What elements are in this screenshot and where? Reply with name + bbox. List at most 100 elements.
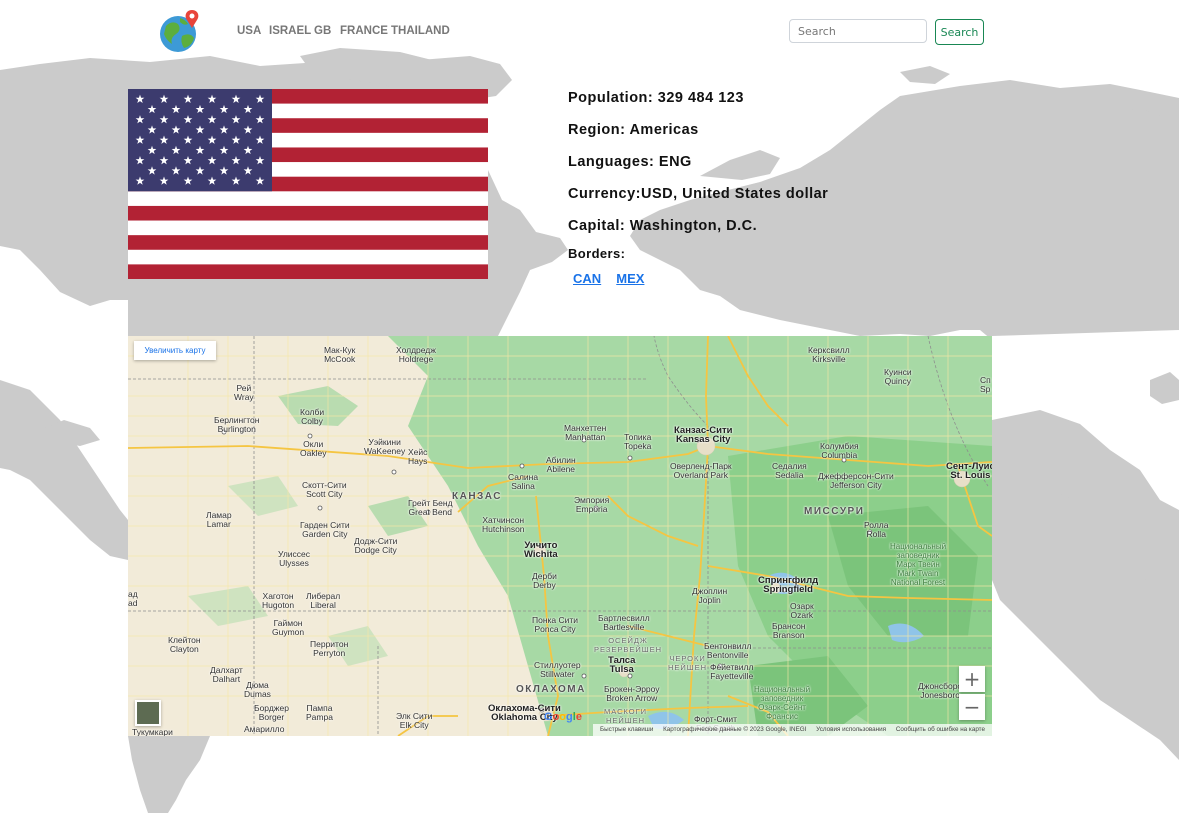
google-logo: Google [544,711,582,723]
map-label-jeffersoncity: Джефферсон-Сити Jefferson City [818,471,894,490]
map-label-rolla: Ролла Rolla [864,520,889,539]
map-label-holdrege: Холдредж Holdrege [396,345,436,364]
map-label-bartlesville: Бартлесвилл Bartlesville [598,613,650,632]
map-label-emporia: Эмпория Emporia [574,495,610,514]
globe-logo-icon[interactable] [158,8,202,54]
map-label-stlouis: Сент-Луис St. Louis [946,461,992,481]
currency-text: Currency:USD, United States dollar [568,186,829,202]
map-label-bentonville: Бентонвилл Bentonville [704,641,752,660]
map-label-wray: Рей Wray [234,383,254,402]
map-label-dumas: Дюма Dumas [244,680,271,699]
map-region-kansas: КАНЗАС [452,491,503,502]
map-label-dodgecity: Додж-Сити Dodge City [354,536,398,555]
map-label-joplin: Джоплин Joplin [692,586,728,605]
map-label-pampa: Пампа Pampa [306,703,333,722]
map-label-lamar: Ламар Lamar [206,510,232,529]
map-label-springfield: Спрингфилд Springfield [758,575,819,595]
map-label-hays: Хейс Hays [408,447,428,466]
map-label-ozark-forest: Национальный заповедник Озарк-Сейнт Франсис [754,685,811,721]
map-label-guymon: Гаймон Guymon [272,618,305,637]
map-label-kirksville: Керксвилл Kirksville [808,345,850,364]
map-label-ulysses: Улиссес Ulysses [278,549,311,568]
map-label-borger: Борджер Borger [254,703,289,722]
map-label-ozark: Озарк Ozark [790,601,814,620]
map-region-muskogee: МАСКОГИ НЕЙШЕН [604,707,648,725]
map-label-tucumcari: Тукумкари [132,727,173,737]
population-text: Population: 329 484 123 [568,90,744,106]
flag-stripe [128,249,488,265]
search-button[interactable]: Search [935,19,984,45]
languages-text: Languages: ENG [568,154,692,170]
map-attribution-footer: Быстрые клавиши Картографические данные … [592,724,992,736]
map-label-burlington: Берлингтон Burlington [214,415,260,434]
nav-link-thailand[interactable]: THAILAND [391,25,450,37]
terms-of-use-link[interactable]: Условия использования [816,726,886,733]
flag-stripe [128,220,488,236]
map-label-colby: Колби Colby [300,407,325,426]
map-label-clayton: Клейтон Clayton [168,635,201,654]
map-label-tulsa: Талса Tulsa [608,655,636,675]
map-label-liberal: Либерал Liberal [306,591,341,610]
map-label-wichita: Уичито Wichita [524,540,558,560]
nav-link-france[interactable]: FRANCE [340,25,388,37]
borders-label: Borders: [568,246,626,261]
map-label-fayetteville: Фейетвилл Fayetteville [710,662,754,681]
map-region-missouri: МИССУРИ [804,506,865,517]
map-label-brokenarrow: Брокен-Эрроу Broken Arrow [604,684,660,703]
country-flag-image [128,89,488,279]
map-region-cherokee: ЧЕРОКИ НЕЙШЕН [668,654,708,672]
flag-stripe [128,191,488,207]
map-label-perryton: Перритон Perryton [310,639,349,658]
map-label-poncacity: Понка Сити Ponca City [532,615,579,634]
nav-link-gb[interactable]: GB [314,25,331,37]
map-label-wakeeney: Уэйкини WaKeeney [364,437,406,456]
flag-stripe [128,264,488,279]
map-label-dalhart: Далхарт Dalhart [210,665,243,684]
nav-link-israel[interactable]: ISRAEL [269,25,311,37]
zoom-out-button[interactable]: − [959,694,985,720]
map-label-oakley: Окли Oakley [300,439,327,458]
nav-link-usa[interactable]: USA [237,25,261,37]
map-label-sedalia: Седалия Sedalia [772,461,807,480]
flag-canton [128,89,272,192]
map-region-osage: ОСЕЙДЖ РЕЗЕРВЕЙШЕН [594,636,663,654]
flag-stripe [128,205,488,221]
map-label-jonesboro: Джонсборо Jonesboro [918,681,963,700]
map-label-gardencity: Гарден Сити Garden City [300,520,350,539]
map-label-amarillo: Амарилло [244,724,285,734]
satellite-layer-toggle[interactable] [135,700,161,726]
borders-list: CAN MEX [573,268,828,287]
report-map-error-link[interactable]: Сообщить об ошибке на карте [896,726,985,733]
map-region-oklahoma: ОКЛАХОМА [516,684,586,695]
map-label-marktwain-forest: Национальный заповедник Марк Твейн Mark Twa… [890,542,947,587]
map-label-salina: Салина Salina [508,472,539,491]
map-label-kansascity: Канзас-Сити Kansas City [674,425,733,445]
map-label-manhattan: Манхеттен Manhattan [564,423,607,442]
map-label-columbia: Колумбия Columbia [820,441,859,460]
map-label-abilene: Абилин Abilene [546,455,576,474]
map-label-edge-sp: Сп Sp [980,375,991,394]
border-link-can[interactable]: CAN [573,271,601,286]
map-label-stillwater: Стиллуотер Stillwater [534,660,581,679]
map-label-topeka: Топика Topeka [624,432,652,451]
flag-stripe [128,235,488,251]
navbar: USA ISRAEL GB FRANCE THAILAND Search [0,0,1179,64]
enlarge-map-button[interactable]: Увеличить карту [134,341,216,360]
map-label-mccook: Мак-Кук McCook [324,345,356,364]
search-input[interactable] [789,19,927,43]
map-label-hutchinson: Хатчинсон Hutchinson [482,515,525,534]
map-label-scottcity: Скотт-Сити Scott City [302,480,347,499]
embedded-google-map[interactable]: Рей Wray Мак-Кук McCook Холдредж Holdrege К… [128,336,992,736]
map-label-quincy: Куинси Quincy [884,367,912,386]
map-label-branson: Брансон Branson [772,621,806,640]
map-label-derby: Дерби Derby [532,571,557,590]
keyboard-shortcuts-link[interactable]: Быстрые клавиши [600,726,653,733]
zoom-in-button[interactable]: + [959,666,985,692]
border-link-mex[interactable]: MEX [616,271,644,286]
country-info-panel: Population: 329 484 123 Region: Americas… [568,90,828,287]
map-label-hugoton: Хаготон Hugoton [262,591,295,610]
map-data-attribution: Картографические данные © 2023 Google, I… [663,726,807,733]
map-label-elkcity: Элк Сити Elk City [396,711,433,730]
map-label-greatbend: Грейт Бенд Great Bend [408,498,453,517]
map-label-overlandpark: Оверленд-Парк Overland Park [670,461,732,480]
